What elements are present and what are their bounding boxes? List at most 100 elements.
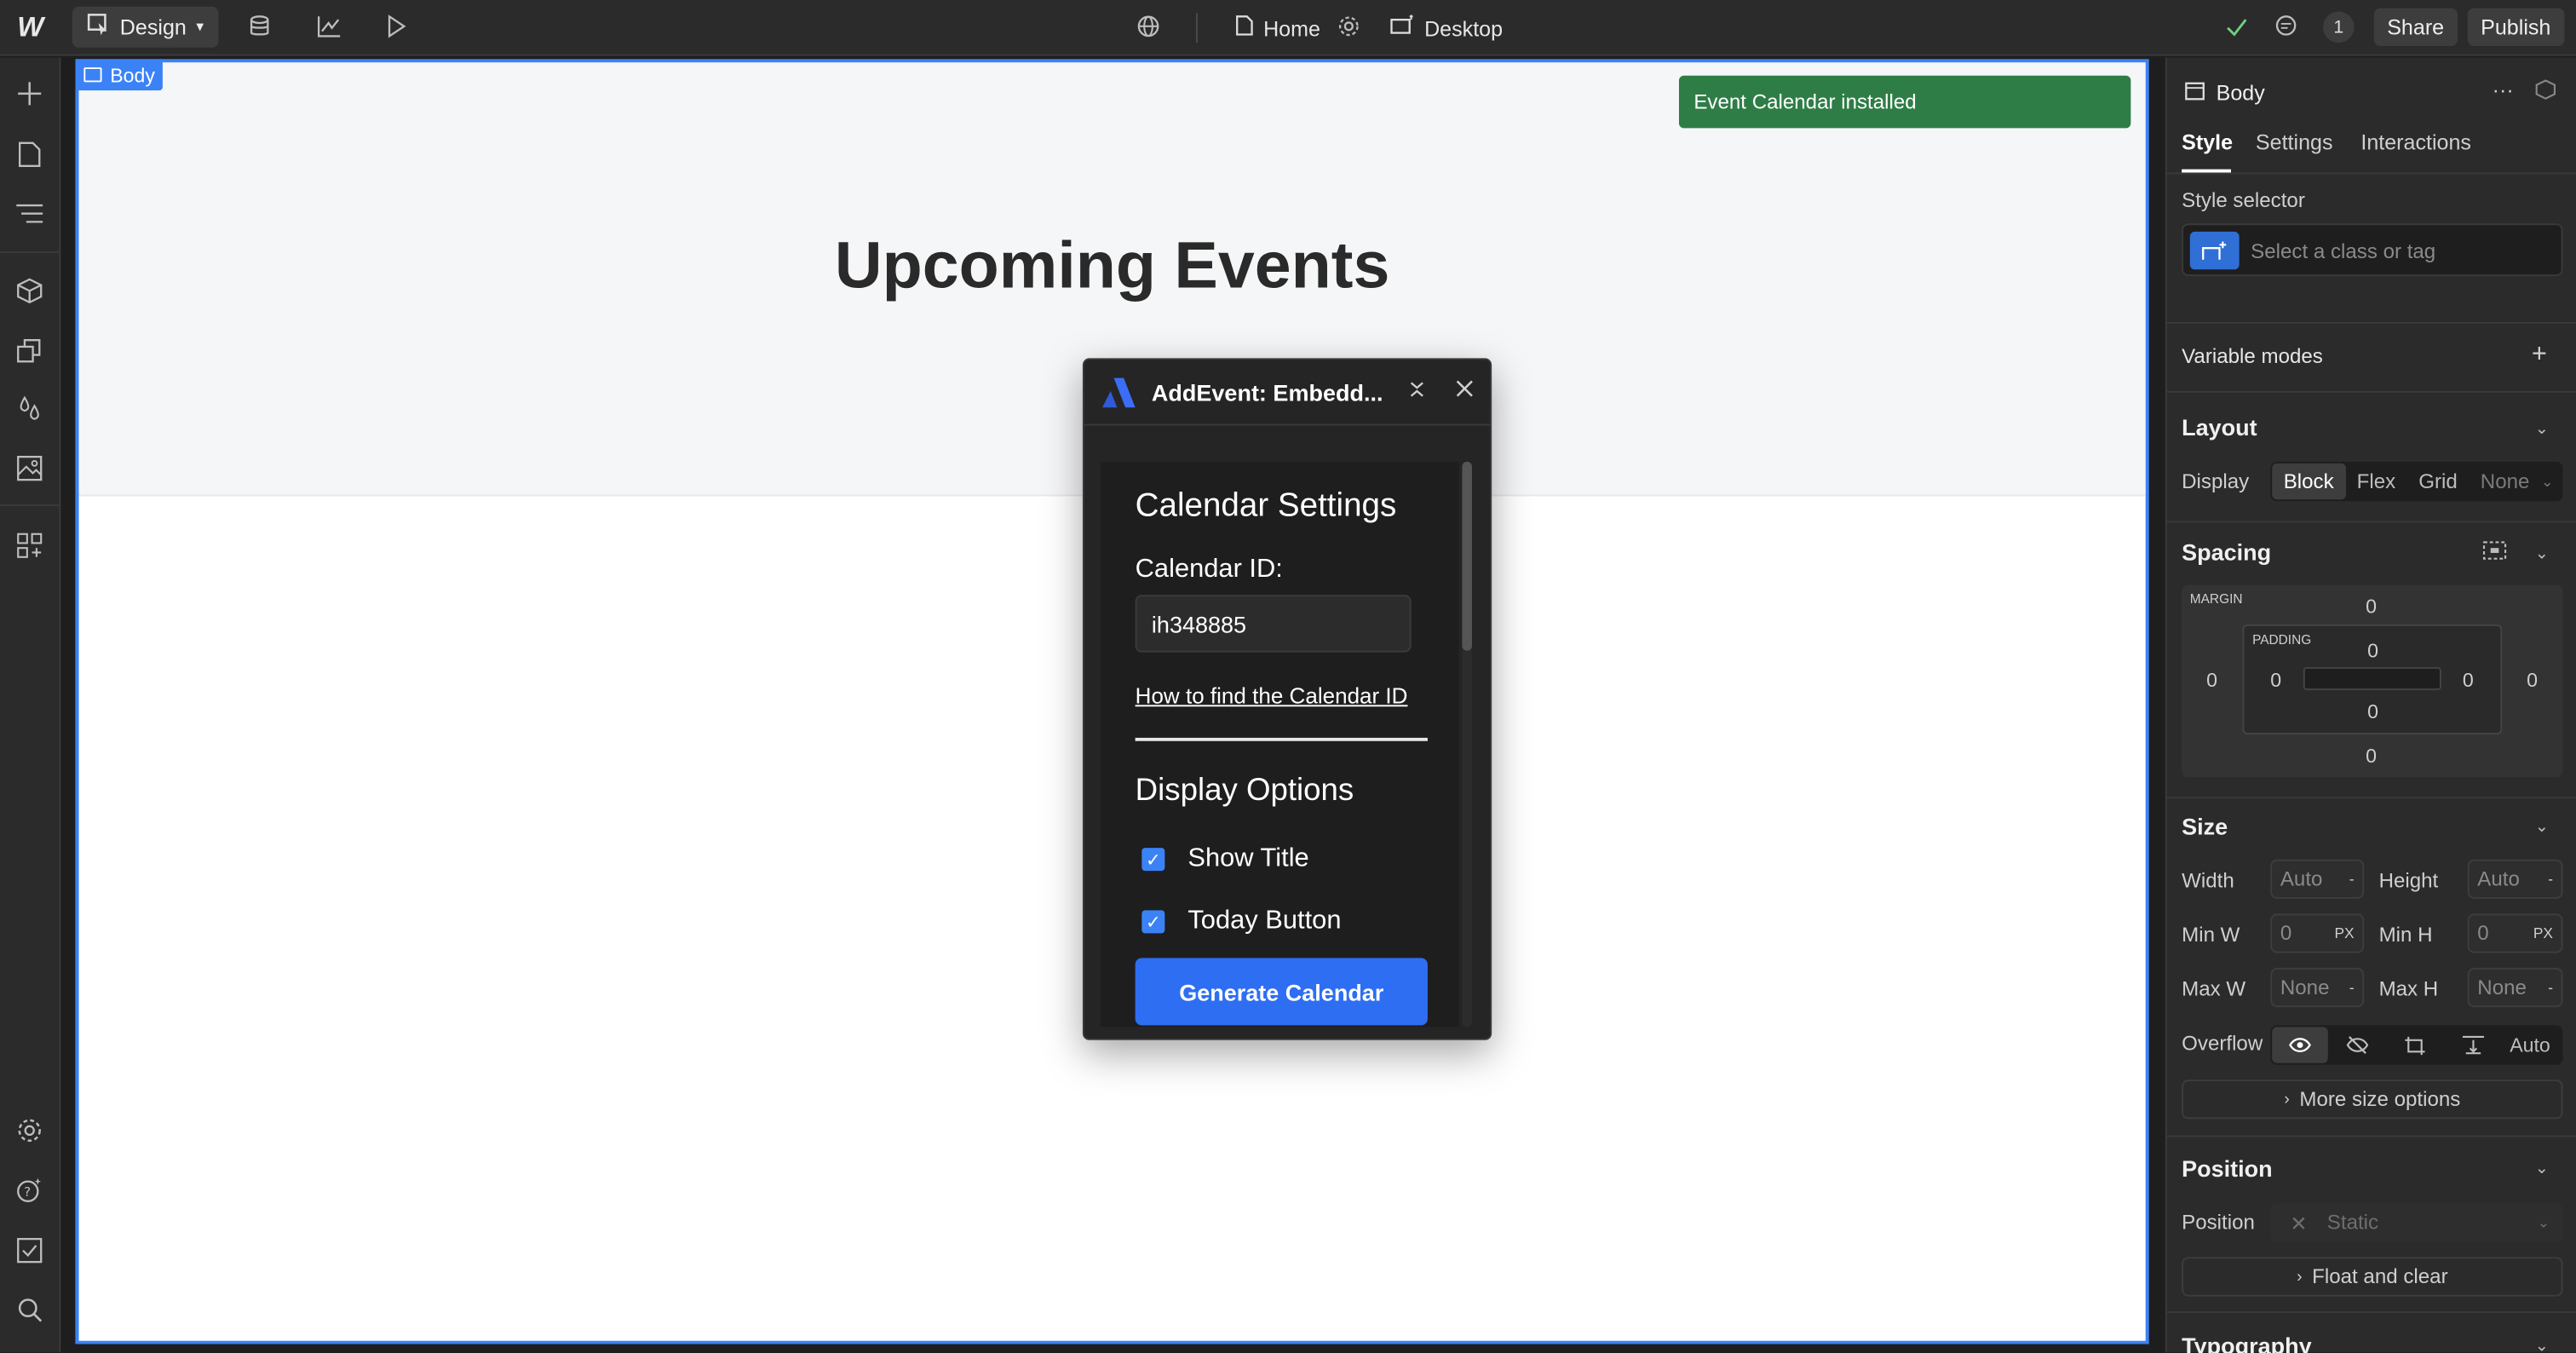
chevron-down-icon[interactable]: ⌄ <box>2541 472 2554 490</box>
divider <box>2166 1310 2576 1313</box>
max-width-input[interactable]: None - <box>2270 967 2365 1008</box>
analytics-chart-icon[interactable] <box>315 13 342 39</box>
height-unit[interactable]: - <box>2548 871 2553 887</box>
comment-count-badge[interactable]: 1 <box>2322 11 2355 43</box>
max-height-input[interactable]: None - <box>2467 967 2563 1008</box>
pages-icon[interactable] <box>13 138 46 171</box>
variables-drops-icon[interactable] <box>13 393 46 426</box>
margin-top-value[interactable]: 0 <box>2366 595 2377 618</box>
padding-bottom-value[interactable]: 0 <box>2367 700 2378 723</box>
width-unit[interactable]: - <box>2349 871 2355 887</box>
show-title-label[interactable]: Show Title <box>1187 844 1308 874</box>
canvas-bottom-strip <box>60 1344 2165 1353</box>
overflow-hidden-eye-off-icon[interactable] <box>2330 1027 2386 1062</box>
checkmark-icon[interactable] <box>2222 13 2249 39</box>
layout-section-heading[interactable]: Layout <box>2182 414 2257 440</box>
apps-grid-icon[interactable] <box>13 529 46 562</box>
breakpoint-selector[interactable]: Desktop <box>1390 0 1503 56</box>
overflow-clip-icon[interactable] <box>2445 1027 2501 1062</box>
more-size-options-button[interactable]: › More size options <box>2182 1080 2563 1120</box>
min-width-input[interactable]: 0 PX <box>2270 913 2365 953</box>
dialog-header[interactable]: AddEvent: Embedd... <box>1084 360 1491 426</box>
width-input[interactable]: Auto - <box>2270 859 2365 899</box>
margin-right-value[interactable]: 0 <box>2527 669 2538 692</box>
float-and-clear-button[interactable]: › Float and clear <box>2182 1257 2563 1297</box>
audit-checkbox-icon[interactable] <box>13 1234 46 1267</box>
padding-top-value[interactable]: 0 <box>2367 639 2378 662</box>
size-section-heading[interactable]: Size <box>2182 814 2228 840</box>
overflow-scroll-icon[interactable] <box>2387 1027 2443 1062</box>
display-grid-option[interactable]: Grid <box>2407 470 2470 493</box>
collapse-chevrons-icon[interactable] <box>1408 379 1426 404</box>
more-options-icon[interactable]: ··· <box>2493 78 2514 102</box>
cms-database-icon[interactable] <box>246 13 273 39</box>
overflow-auto-option[interactable]: Auto <box>2502 1027 2558 1062</box>
svg-text:?: ? <box>24 1184 31 1200</box>
display-none-option[interactable]: None <box>2469 470 2541 493</box>
calendar-id-help-link[interactable]: How to find the Calendar ID <box>1136 683 1408 708</box>
settings-gear-icon[interactable] <box>13 1114 46 1148</box>
close-icon[interactable] <box>1456 377 1474 403</box>
today-button-checkbox[interactable]: ✓ <box>1141 910 1165 934</box>
typography-section-heading[interactable]: Typography <box>2182 1333 2312 1353</box>
design-mode-button[interactable]: Design ▾ <box>72 6 219 48</box>
generate-calendar-button[interactable]: Generate Calendar <box>1135 958 1428 1026</box>
overflow-segmented-control: Auto <box>2270 1025 2563 1065</box>
margin-box[interactable]: MARGIN 0 0 0 0 PADDING 0 0 0 0 <box>2182 584 2563 778</box>
assets-image-icon[interactable] <box>13 452 46 485</box>
height-input[interactable]: Auto - <box>2467 859 2563 899</box>
navigator-icon[interactable] <box>13 197 46 230</box>
addevent-app-dialog: AddEvent: Embedd... Calendar Settings Ca… <box>1082 358 1492 1040</box>
globe-icon[interactable] <box>1136 13 1162 39</box>
min-height-unit[interactable]: PX <box>2533 925 2553 941</box>
divider <box>1195 13 1198 43</box>
min-height-input[interactable]: 0 PX <box>2467 913 2563 953</box>
position-section-heading[interactable]: Position <box>2182 1155 2273 1182</box>
display-block-option[interactable]: Block <box>2272 463 2346 500</box>
scrollbar-thumb[interactable] <box>1462 461 1472 651</box>
overflow-visible-eye-icon[interactable] <box>2272 1027 2328 1063</box>
hero-title[interactable]: Upcoming Events <box>79 230 2146 304</box>
chevron-down-icon[interactable]: ⌄ <box>2535 421 2549 439</box>
margin-bottom-value[interactable]: 0 <box>2366 745 2377 768</box>
webflow-logo-icon[interactable]: W <box>0 0 60 55</box>
components-cube-icon[interactable] <box>13 274 46 308</box>
add-variable-mode-plus-icon[interactable]: + <box>2532 340 2547 370</box>
calendar-id-input[interactable]: ih348885 <box>1135 595 1412 653</box>
position-select[interactable]: ✕ Static ⌄ <box>2270 1202 2563 1242</box>
chevron-down-icon[interactable]: ⌄ <box>2535 1160 2549 1178</box>
help-ai-icon[interactable]: ? <box>13 1173 46 1206</box>
show-title-checkbox[interactable]: ✓ <box>1141 848 1165 872</box>
margin-label: MARGIN <box>2189 591 2243 607</box>
max-width-unit[interactable]: - <box>2349 979 2355 995</box>
comments-icon[interactable] <box>2272 13 2298 39</box>
padding-box[interactable]: PADDING 0 0 0 0 <box>2242 624 2503 735</box>
preview-play-icon[interactable] <box>382 13 409 39</box>
style-selector-input[interactable]: Select a class or tag <box>2182 223 2563 276</box>
min-width-unit[interactable]: PX <box>2334 925 2354 941</box>
display-flex-option[interactable]: Flex <box>2345 470 2407 493</box>
chevron-down-icon: ⌄ <box>2537 1213 2550 1230</box>
share-button[interactable]: Share <box>2373 8 2458 46</box>
search-icon[interactable] <box>13 1293 46 1327</box>
tab-interactions[interactable]: Interactions <box>2360 130 2471 154</box>
selected-element-tag[interactable]: Body <box>75 59 164 91</box>
add-elements-plus-icon[interactable] <box>13 78 46 111</box>
page-settings-gear-icon[interactable] <box>1336 13 1362 39</box>
padding-right-value[interactable]: 0 <box>2463 669 2474 692</box>
chevron-down-icon[interactable]: ⌄ <box>2535 545 2549 563</box>
max-height-unit[interactable]: - <box>2548 979 2553 995</box>
page-selector[interactable]: Home <box>1235 0 1320 56</box>
style-manager-icon[interactable] <box>13 333 46 366</box>
padding-left-value[interactable]: 0 <box>2270 669 2281 692</box>
chevron-down-icon[interactable]: ⌄ <box>2535 1338 2549 1353</box>
publish-button[interactable]: Publish <box>2467 8 2564 46</box>
margin-left-value[interactable]: 0 <box>2206 669 2217 692</box>
tab-settings[interactable]: Settings <box>2256 130 2333 154</box>
chevron-down-icon[interactable]: ⌄ <box>2535 818 2549 836</box>
spacing-section-heading[interactable]: Spacing <box>2182 539 2271 566</box>
tab-style[interactable]: Style <box>2182 130 2233 154</box>
spacing-presets-icon[interactable] <box>2482 540 2507 565</box>
component-cube-icon[interactable] <box>2535 79 2556 106</box>
today-button-label[interactable]: Today Button <box>1187 907 1341 937</box>
